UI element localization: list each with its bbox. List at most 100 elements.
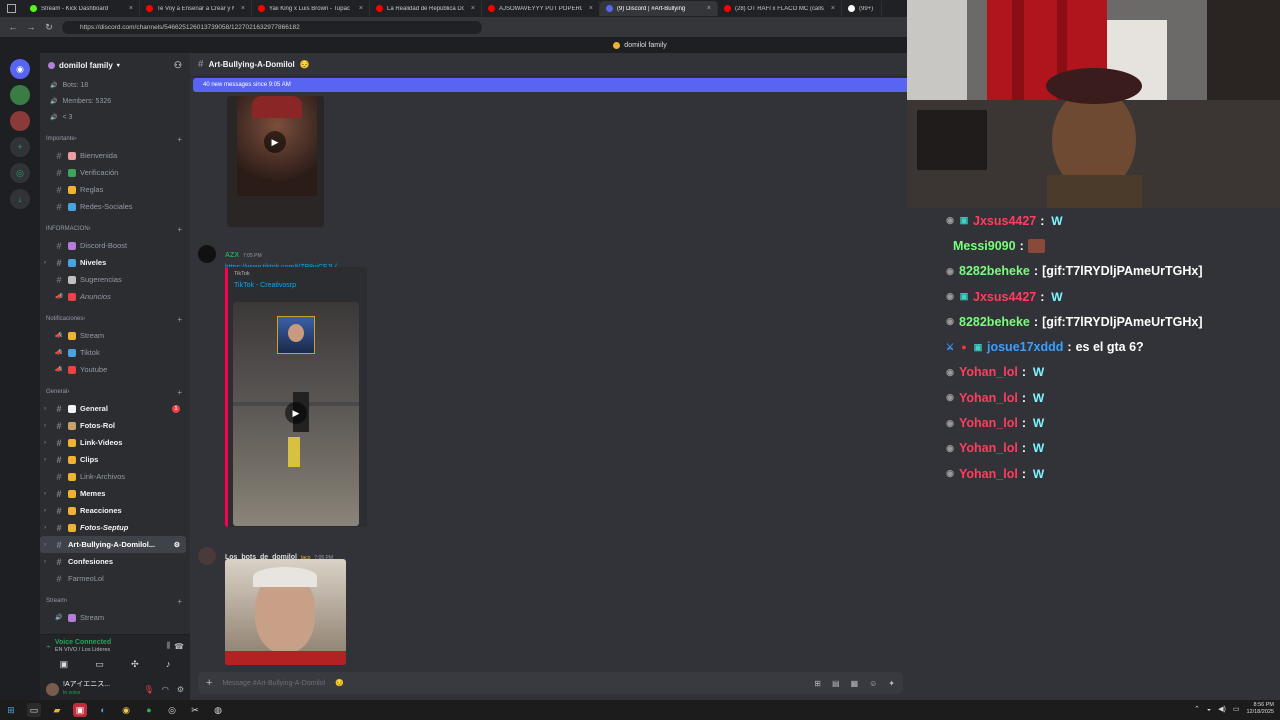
browser-tab[interactable]: AJSOWAVEYYY PUT POPEROLIN × — [482, 1, 600, 16]
noise-suppression-icon[interactable]: ⫼ — [166, 641, 170, 651]
channel-item[interactable]: › # Link-Videos — [40, 434, 190, 451]
capcut-icon[interactable]: ✂ — [188, 703, 202, 717]
activities-icon[interactable]: ✣ — [131, 659, 139, 670]
channel-item[interactable]: # Reglas — [40, 181, 190, 198]
add-server-icon[interactable]: + — [10, 137, 30, 157]
forward-icon[interactable]: → — [26, 22, 36, 32]
clock[interactable]: 8:56 PM 12/18/2025 — [1246, 702, 1274, 716]
headphones-icon[interactable]: ◠ — [162, 685, 169, 694]
channel-item[interactable]: # Discord-Boost — [40, 237, 190, 254]
create-channel-icon[interactable]: + — [177, 225, 182, 234]
server-stat[interactable]: 🔊 Bots: 18 — [40, 77, 190, 93]
channel-item[interactable]: › # Confesiones — [40, 553, 190, 570]
message-author[interactable]: AZX — [225, 252, 239, 259]
channel-item[interactable]: # Sugerencias — [40, 271, 190, 288]
emoji-picker-icon[interactable]: ☺ — [869, 679, 877, 688]
discover-icon[interactable]: ◎ — [10, 163, 30, 183]
discord-home-icon[interactable]: ◉ — [10, 59, 30, 79]
create-channel-icon[interactable]: + — [177, 135, 182, 144]
tiktok-video[interactable]: ▶ — [233, 302, 359, 526]
voice-channel-name[interactable]: EN VIVO / Los Lideres — [55, 647, 111, 653]
channel-item[interactable]: # Link-Archivos — [40, 468, 190, 485]
channel-item[interactable]: › # Clips — [40, 451, 190, 468]
obs-icon[interactable]: ◍ — [211, 703, 225, 717]
play-icon[interactable]: ▶ — [285, 402, 307, 424]
disconnect-icon[interactable]: ☎ — [174, 642, 184, 651]
embed-title[interactable]: TikTok - Creativosrp — [228, 277, 367, 289]
server-stat[interactable]: 🔊 Members: 5326 — [40, 93, 190, 109]
channel-item[interactable]: › # Fotos-Rol — [40, 417, 190, 434]
tab-close-icon[interactable]: × — [129, 5, 133, 12]
message-composer[interactable]: + Message #Art-Bullying-A-Domilol 😔 ⊞ ▤ … — [198, 672, 903, 694]
browser-tab[interactable]: (9) Discord | #Art-Bullying × — [600, 1, 718, 16]
channel-item[interactable]: 📣 Anuncios — [40, 288, 190, 305]
add-member-icon[interactable]: ⚇ — [174, 60, 182, 71]
tab-close-icon[interactable]: × — [241, 5, 245, 12]
new-messages-bar[interactable]: 40 new messages since 9:05 AM — [193, 78, 907, 92]
channel-category[interactable]: INFORMACION › + — [40, 221, 190, 237]
url-input[interactable]: https://discord.com/channels/54662512601… — [62, 20, 482, 34]
screen-share-icon[interactable]: ▭ — [95, 659, 104, 670]
channel-item[interactable]: 📣 Stream — [40, 327, 190, 344]
server-icon[interactable] — [10, 85, 30, 105]
settings-gear-icon[interactable]: ⚙ — [177, 685, 184, 694]
channel-item[interactable]: › # Fotos-Septup — [40, 519, 190, 536]
channel-item[interactable]: 📣 Youtube — [40, 361, 190, 378]
server-stat[interactable]: 🔊 < 3 — [40, 109, 190, 125]
channel-item[interactable]: # FarmeoLol — [40, 570, 190, 587]
channel-category[interactable]: General › + — [40, 384, 190, 400]
attach-icon[interactable]: + — [206, 677, 212, 689]
voice-status[interactable]: Voice Connected — [55, 639, 111, 646]
tab-close-icon[interactable]: × — [707, 5, 711, 12]
author-avatar[interactable] — [198, 245, 216, 263]
chrome-icon[interactable]: ◉ — [119, 703, 133, 717]
channel-item[interactable]: › # Reacciones — [40, 502, 190, 519]
browser-tab[interactable]: Te Voy a Enseñar a Crear y Monet × — [140, 1, 252, 16]
message-image[interactable] — [225, 559, 346, 665]
chevron-up-icon[interactable]: ⌃ — [1194, 705, 1200, 713]
channel-category[interactable]: Stream › + — [40, 593, 190, 609]
channel-category[interactable]: Importante › + — [40, 131, 190, 147]
channel-item[interactable]: › # Art-Bullying-A-Domilol... ⚙ — [40, 536, 186, 553]
create-channel-icon[interactable]: + — [177, 597, 182, 606]
tab-close-icon[interactable]: × — [589, 5, 593, 12]
file-explorer-icon[interactable]: ▰ — [50, 703, 64, 717]
guild-header[interactable]: domilol family ▾ ⚇ — [40, 53, 190, 77]
browser-menu-icon[interactable] — [4, 2, 18, 16]
battery-icon[interactable]: ▭ — [1233, 705, 1240, 713]
volume-icon[interactable]: ◀) — [1218, 705, 1226, 713]
edge-icon[interactable]: ◐ — [96, 703, 110, 717]
browser-tab[interactable]: Stream - Kick Dashboard × — [24, 1, 140, 16]
author-avatar[interactable] — [198, 547, 216, 565]
play-icon[interactable]: ▶ — [264, 131, 286, 153]
server-icon[interactable] — [10, 111, 30, 131]
download-icon[interactable]: ↓ — [10, 189, 30, 209]
windows-start-icon[interactable]: ⊞ — [4, 703, 18, 717]
reload-icon[interactable]: ↻ — [44, 22, 54, 33]
store-icon[interactable]: ▣ — [73, 703, 87, 717]
soundboard-icon[interactable]: ♪ — [166, 659, 171, 670]
terminal-icon[interactable]: ▭ — [27, 703, 41, 717]
gift-icon[interactable]: ⊞ — [814, 679, 821, 688]
spotify-icon[interactable]: ● — [142, 703, 156, 717]
channel-item[interactable]: 🔊 Stream — [40, 609, 190, 626]
channel-item[interactable]: # Redes-Sociales — [40, 198, 190, 215]
channel-item[interactable]: › # Memes — [40, 485, 190, 502]
channel-item[interactable]: › # General 1 — [40, 400, 190, 417]
back-icon[interactable]: ← — [8, 22, 18, 32]
mute-icon[interactable]: 🎙 — [144, 685, 154, 694]
apps-icon[interactable]: ✦ — [888, 679, 895, 688]
tab-close-icon[interactable]: × — [831, 5, 835, 12]
gif-icon[interactable]: ▤ — [832, 679, 840, 688]
sticker-icon[interactable]: ▦ — [851, 679, 859, 688]
browser-tab[interactable]: (99+) Lee e — [842, 1, 882, 16]
create-channel-icon[interactable]: + — [177, 388, 182, 397]
channel-item[interactable]: 📣 Tiktok — [40, 344, 190, 361]
browser-tab[interactable]: La Realidad de República Domini × — [370, 1, 482, 16]
channel-settings-icon[interactable]: ⚙ — [174, 541, 180, 549]
camera-icon[interactable]: ▣ — [60, 659, 69, 670]
channel-item[interactable]: › # Niveles — [40, 254, 190, 271]
network-icon[interactable]: ◒ — [1207, 706, 1211, 713]
tab-close-icon[interactable]: × — [359, 5, 363, 12]
previous-media[interactable]: ▶ — [227, 96, 324, 227]
